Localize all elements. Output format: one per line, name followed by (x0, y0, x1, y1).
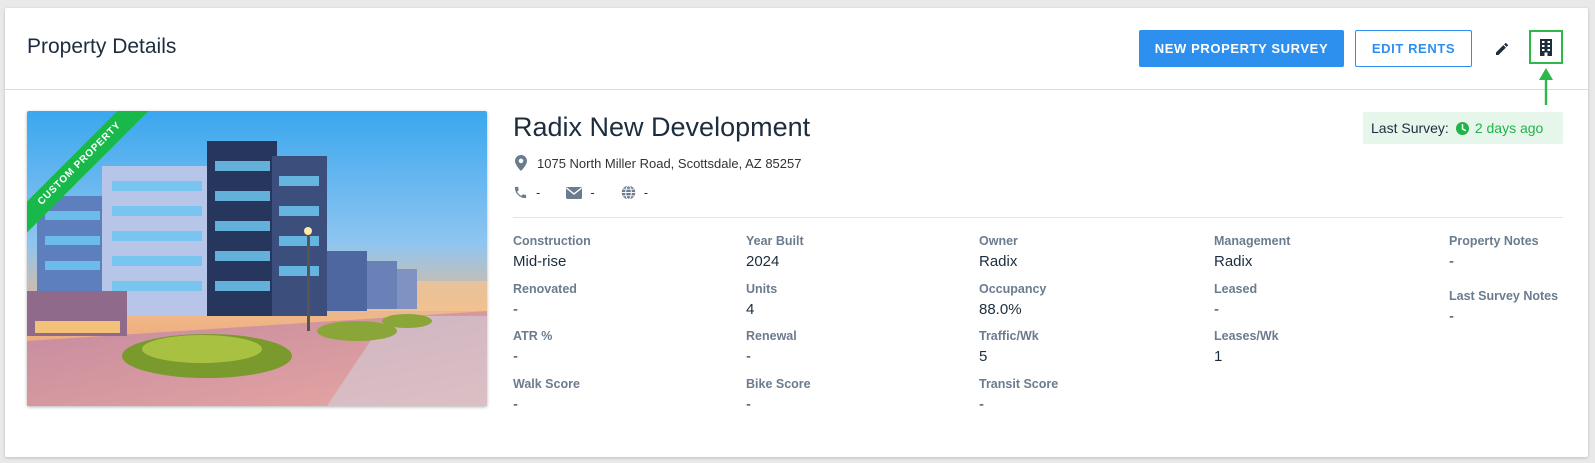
new-property-survey-button[interactable]: NEW PROPERTY SURVEY (1139, 30, 1344, 67)
field-last-survey-notes: Last Survey Notes - (1449, 289, 1558, 325)
details-divider (513, 217, 1563, 218)
field-value: 5 (979, 348, 988, 365)
field-renovated: Renovated - (513, 282, 577, 318)
property-photo: CUSTOM PROPERTY (27, 111, 487, 406)
field-label: Walk Score (513, 377, 580, 391)
pointer-arrow-icon (1539, 68, 1553, 105)
phone-contact[interactable]: - (513, 185, 540, 200)
field-label: Renovated (513, 282, 577, 296)
field-label: Last Survey Notes (1449, 289, 1559, 303)
phone-text: - (536, 185, 541, 200)
field-walk-score: Walk Score - (513, 377, 580, 413)
field-occupancy: Occupancy 88.0% (979, 282, 1046, 318)
field-owner: Owner Radix (979, 234, 1018, 270)
page-title: Property Details (27, 35, 177, 58)
field-label: Construction (513, 234, 591, 248)
edit-rents-button[interactable]: EDIT RENTS (1355, 30, 1472, 67)
field-value: 4 (746, 301, 755, 318)
field-transit-score: Transit Score - (979, 377, 1058, 413)
property-details-card: Property Details NEW PROPERTY SURVEY EDI… (5, 8, 1588, 457)
field-leased: Leased - (1214, 282, 1257, 318)
field-units: Units 4 (746, 282, 777, 318)
field-label: Leases/Wk (1214, 329, 1279, 343)
field-value: - (513, 301, 518, 318)
field-year-built: Year Built 2024 (746, 234, 804, 270)
custom-property-ribbon: CUSTOM PROPERTY (27, 111, 163, 247)
field-label: Traffic/Wk (979, 329, 1039, 343)
website-text: - (643, 185, 649, 200)
last-survey-value: 2 days ago (1474, 120, 1544, 136)
field-value: 2024 (746, 253, 780, 270)
field-value: 1 (1214, 348, 1223, 365)
field-label: Units (746, 282, 778, 296)
field-value: - (979, 396, 984, 413)
card-header: Property Details NEW PROPERTY SURVEY EDI… (5, 8, 1588, 90)
field-label: Leased (1214, 282, 1258, 296)
field-value: - (1449, 308, 1454, 325)
field-label: Bike Score (746, 377, 811, 391)
last-survey-badge: Last Survey: 2 days ago (1363, 112, 1563, 144)
field-label: Owner (979, 234, 1018, 248)
contact-row: - - - (513, 185, 674, 200)
field-label: Transit Score (979, 377, 1059, 391)
field-value: - (746, 396, 751, 413)
address-text: 1075 North Miller Road, Scottsdale, AZ 8… (537, 155, 802, 171)
edit-property-button[interactable] (1486, 33, 1518, 65)
field-label: Renewal (746, 329, 797, 343)
property-name: Radix New Development (513, 112, 811, 142)
map-pin-icon (515, 155, 527, 171)
field-value: Radix (1214, 253, 1253, 270)
field-value: - (1214, 301, 1219, 318)
field-label: Occupancy (979, 282, 1047, 296)
field-value: - (746, 348, 751, 365)
field-label: Property Notes (1449, 234, 1539, 248)
property-profile-button[interactable] (1529, 30, 1563, 64)
field-value: - (513, 348, 518, 365)
last-survey-label: Last Survey: (1371, 120, 1449, 136)
field-renewal: Renewal - (746, 329, 797, 365)
field-bike-score: Bike Score - (746, 377, 811, 413)
field-label: Year Built (746, 234, 804, 248)
field-traffic: Traffic/Wk 5 (979, 329, 1039, 365)
field-value: Mid-rise (513, 253, 567, 270)
field-management: Management Radix (1214, 234, 1290, 270)
globe-icon (621, 185, 635, 200)
pencil-icon (1496, 42, 1509, 55)
field-construction: Construction Mid-rise (513, 234, 591, 270)
website-contact[interactable]: - (621, 185, 648, 200)
envelope-icon (566, 186, 583, 199)
field-atr: ATR % - (513, 329, 552, 365)
field-value: Radix (979, 253, 1018, 270)
field-value: - (1449, 253, 1454, 270)
field-label: Management (1214, 234, 1291, 248)
email-contact[interactable]: - (566, 185, 595, 200)
field-leases: Leases/Wk 1 (1214, 329, 1279, 365)
email-text: - (590, 185, 595, 200)
phone-icon (514, 186, 527, 199)
clock-icon (1455, 121, 1469, 135)
field-value: - (513, 396, 518, 413)
field-value: 88.0% (979, 301, 1022, 318)
building-icon (1540, 39, 1552, 56)
property-address: 1075 North Miller Road, Scottsdale, AZ 8… (515, 155, 801, 171)
field-label: ATR % (513, 329, 553, 343)
field-property-notes: Property Notes - (1449, 234, 1539, 270)
